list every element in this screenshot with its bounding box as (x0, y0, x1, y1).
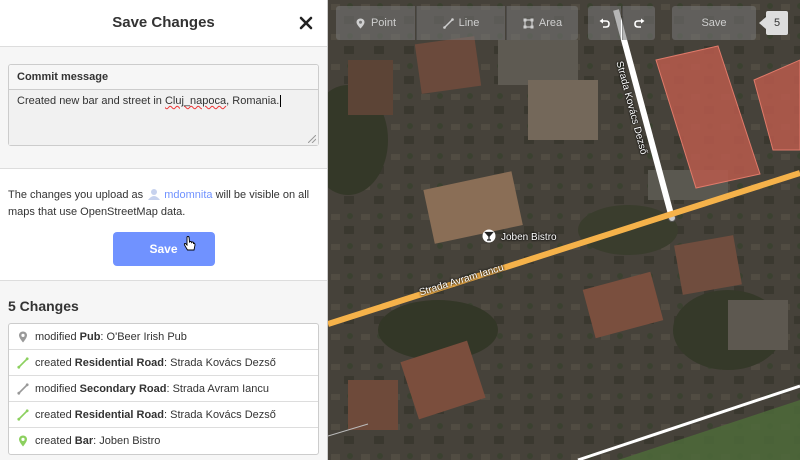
change-feature-name: Joben Bistro (99, 435, 161, 447)
change-feature-type: Secondary Road (79, 382, 167, 395)
change-action: created (35, 435, 72, 447)
change-action: modified (35, 382, 77, 395)
commit-box: Commit message Created new bar and stree… (8, 64, 319, 146)
poi-label: Joben Bistro (501, 232, 557, 243)
upload-section: The changes you upload as mdomnita will … (0, 169, 327, 281)
save-button[interactable]: Save (112, 232, 215, 266)
upload-notice: The changes you upload as mdomnita will … (8, 187, 319, 221)
map-view[interactable]: Strada Avram Iancu Strada Kovács Dezső J… (328, 0, 800, 460)
line-label: Line (458, 17, 480, 29)
user-icon (148, 189, 161, 200)
username-link[interactable]: mdomnita (164, 189, 212, 201)
change-action: created (35, 408, 72, 421)
undo-icon (599, 18, 610, 28)
bar-poi-icon[interactable] (482, 229, 496, 245)
changes-section: 5 Changes modified Pub: O'Beer Irish Pub… (0, 281, 327, 455)
change-list: modified Pub: O'Beer Irish Pub created Re… (8, 323, 319, 455)
change-count-badge: 5 (759, 11, 788, 35)
change-item[interactable]: created Bar: Joben Bistro (9, 428, 318, 454)
change-feature-type: Residential Road (74, 408, 165, 421)
resize-handle-icon[interactable] (308, 135, 316, 143)
toolbar-save-button[interactable]: Save (672, 6, 756, 40)
redo-icon (633, 18, 644, 28)
commit-message-field[interactable]: Created new bar and street in Cluj_napoc… (9, 90, 318, 145)
line-icon (442, 17, 454, 29)
point-icon (356, 18, 365, 28)
change-feature-name: Strada Kovács Dezső (170, 356, 276, 369)
add-point-button[interactable]: Point (336, 6, 415, 40)
line-icon (17, 356, 35, 369)
save-sidebar: Save Changes Commit message Created new … (0, 0, 328, 460)
redo-button[interactable] (622, 6, 655, 40)
pin-icon (17, 331, 35, 343)
undo-button[interactable] (588, 6, 621, 40)
add-line-button[interactable]: Line (416, 6, 505, 40)
page-title: Save Changes (112, 14, 215, 31)
commit-text-end: , Romania. (226, 95, 280, 107)
change-feature-name: O'Beer Irish Pub (106, 330, 187, 343)
change-action: modified (35, 330, 77, 343)
changes-title: 5 Changes (8, 298, 79, 314)
close-icon[interactable] (295, 12, 317, 34)
change-feature-name: Strada Avram Iancu (172, 382, 269, 395)
change-action: created (35, 356, 72, 369)
top-toolbar: Point Line Area Save 5 (328, 0, 800, 46)
area-label: Area (538, 17, 563, 29)
commit-section: Commit message Created new bar and stree… (0, 47, 327, 169)
change-item[interactable]: created Residential Road: Strada Kovács … (9, 350, 318, 376)
sidebar-header: Save Changes (0, 0, 327, 47)
change-item[interactable]: modified Secondary Road: Strada Avram Ia… (9, 376, 318, 402)
change-item[interactable]: created Residential Road: Strada Kovács … (9, 402, 318, 428)
commit-text-start: Created new bar and street in (17, 95, 165, 107)
area-icon (523, 18, 534, 28)
save-button-label: Save (149, 242, 178, 256)
satellite-imagery (328, 0, 800, 460)
change-feature-type: Bar (74, 435, 94, 447)
point-label: Point (370, 17, 397, 29)
misspelled-word: Cluj_napoca (164, 95, 227, 107)
commit-message-label: Commit message (9, 65, 318, 90)
text-caret (280, 95, 282, 107)
hand-cursor-icon (183, 236, 195, 251)
line-icon (17, 408, 35, 421)
pin-icon (17, 435, 35, 447)
change-feature-type: Residential Road (74, 356, 165, 369)
toolbar-save-label: Save (701, 17, 727, 29)
upload-text-start: The changes you upload as (8, 189, 144, 201)
change-feature-type: Pub (79, 330, 101, 343)
change-feature-name: Strada Kovács Dezső (170, 408, 276, 421)
line-icon (17, 382, 35, 395)
change-item[interactable]: modified Pub: O'Beer Irish Pub (9, 324, 318, 350)
add-area-button[interactable]: Area (506, 6, 578, 40)
